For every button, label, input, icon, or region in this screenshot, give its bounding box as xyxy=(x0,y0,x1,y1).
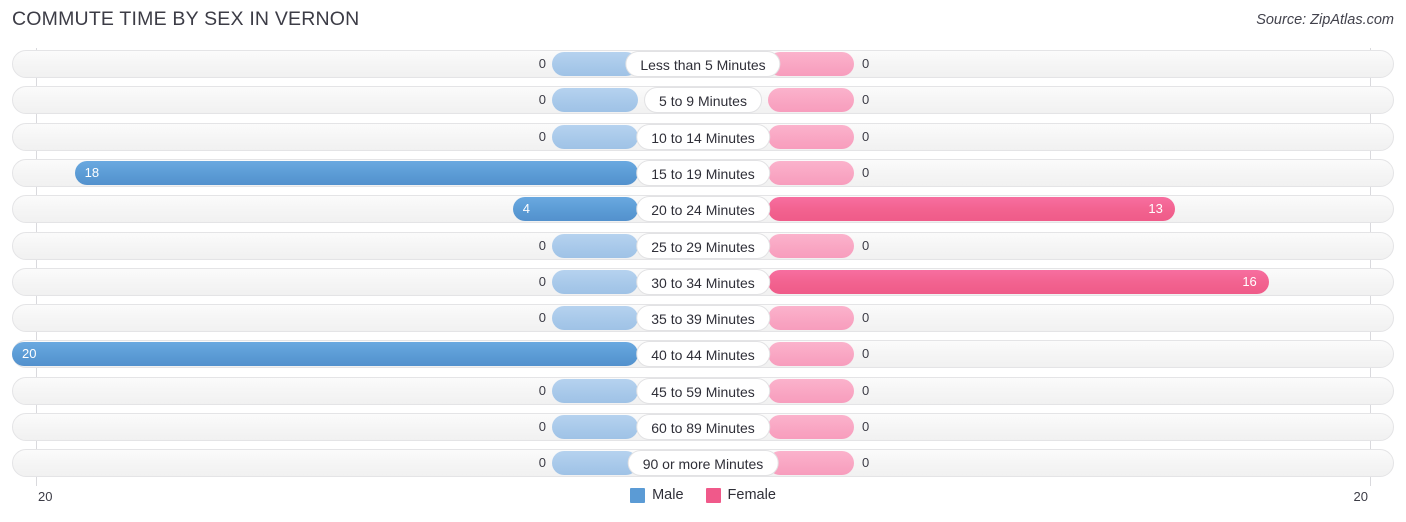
page-title: COMMUTE TIME BY SEX IN VERNON xyxy=(12,8,360,30)
bar-female[interactable] xyxy=(768,306,854,331)
chart-row: 0 0 90 or more Minutes xyxy=(12,449,1394,478)
bar-value-female: 0 xyxy=(862,237,870,253)
category-label: 10 to 14 Minutes xyxy=(636,123,770,150)
legend-swatch-male-icon xyxy=(630,487,646,503)
bar-male[interactable] xyxy=(552,124,638,149)
bar-female[interactable]: 13 xyxy=(768,197,1175,222)
bar-value-male: 20 xyxy=(22,346,37,362)
bar-value-male: 0 xyxy=(538,92,546,108)
bar-value-male: 0 xyxy=(538,382,546,398)
chart-row: 0 16 30 to 34 Minutes xyxy=(12,267,1394,296)
bar-male[interactable]: 18 xyxy=(74,160,638,185)
bar-female[interactable] xyxy=(768,415,854,439)
category-label: Less than 5 Minutes xyxy=(625,51,781,77)
commute-time-chart: COMMUTE TIME BY SEX IN VERNON Source: Zi… xyxy=(0,0,1406,522)
category-label: 40 to 44 Minutes xyxy=(636,341,770,368)
bar-value-male: 0 xyxy=(538,310,546,326)
legend-label-male: Male xyxy=(652,487,684,503)
category-label: 5 to 9 Minutes xyxy=(644,87,762,114)
bar-female[interactable] xyxy=(768,233,854,258)
bar-value-male: 0 xyxy=(538,56,546,71)
bar-female[interactable] xyxy=(768,124,854,149)
category-label: 35 to 39 Minutes xyxy=(636,305,770,332)
chart-row: 0 0 Less than 5 Minutes xyxy=(12,50,1394,78)
chart-row: 0 0 35 to 39 Minutes xyxy=(12,304,1394,333)
source-attribution: Source: ZipAtlas.com xyxy=(1256,12,1394,28)
bar-value-female: 0 xyxy=(862,346,870,362)
chart-legend: Male Female xyxy=(0,487,1406,503)
chart-row: 0 0 60 to 89 Minutes xyxy=(12,413,1394,441)
bar-value-female: 0 xyxy=(862,56,870,71)
bar-male[interactable]: 20 xyxy=(12,342,638,367)
bar-value-female: 0 xyxy=(862,310,870,326)
category-label: 15 to 19 Minutes xyxy=(636,159,770,186)
bar-value-female: 0 xyxy=(862,419,870,434)
bar-value-male: 0 xyxy=(538,237,546,253)
bar-female[interactable] xyxy=(768,88,854,113)
bar-male[interactable] xyxy=(552,269,638,294)
bar-value-female: 16 xyxy=(1242,273,1257,289)
bar-value-male: 0 xyxy=(538,455,546,471)
bar-female[interactable] xyxy=(768,378,854,403)
chart-row: 0 0 25 to 29 Minutes xyxy=(12,231,1394,260)
bar-value-female: 0 xyxy=(862,92,870,108)
bar-female[interactable] xyxy=(768,451,854,476)
category-label: 30 to 34 Minutes xyxy=(636,268,770,295)
chart-row: 0 0 5 to 9 Minutes xyxy=(12,86,1394,115)
bar-female[interactable]: 16 xyxy=(768,269,1269,294)
plot-area: 0 0 Less than 5 Minutes 0 0 5 to 9 Minutes 0 0 1… xyxy=(0,48,1406,486)
legend-label-female: Female xyxy=(727,487,776,503)
bar-value-female: 0 xyxy=(862,128,870,144)
bar-male[interactable] xyxy=(552,378,638,403)
category-label: 20 to 24 Minutes xyxy=(636,196,770,223)
category-label: 25 to 29 Minutes xyxy=(636,232,770,259)
category-label: 60 to 89 Minutes xyxy=(636,414,770,440)
bar-value-male: 18 xyxy=(84,164,100,180)
legend-swatch-female-icon xyxy=(705,487,721,503)
bar-male[interactable] xyxy=(552,306,638,331)
bar-female[interactable] xyxy=(768,160,854,185)
bar-value-female: 0 xyxy=(862,382,870,398)
chart-row: 4 13 20 to 24 Minutes xyxy=(12,195,1394,224)
chart-row: 18 0 15 to 19 Minutes xyxy=(12,158,1394,187)
chart-row: 0 0 45 to 59 Minutes xyxy=(12,376,1394,405)
bar-value-male: 0 xyxy=(538,128,546,144)
legend-item-male[interactable]: Male xyxy=(630,487,684,503)
bar-value-male: 4 xyxy=(522,201,531,217)
category-label: 45 to 59 Minutes xyxy=(636,377,770,404)
bar-male[interactable] xyxy=(552,233,638,258)
bar-female[interactable] xyxy=(768,342,854,367)
chart-row: 0 0 10 to 14 Minutes xyxy=(12,122,1394,151)
bar-value-female: 13 xyxy=(1148,201,1163,217)
category-label: 90 or more Minutes xyxy=(627,450,779,477)
bar-value-female: 0 xyxy=(862,455,870,471)
bar-value-male: 0 xyxy=(538,273,546,289)
chart-row: 20 0 40 to 44 Minutes xyxy=(12,340,1394,369)
bar-male[interactable] xyxy=(552,88,638,113)
legend-item-female[interactable]: Female xyxy=(705,487,776,503)
bar-value-male: 0 xyxy=(538,419,546,434)
bar-value-female: 0 xyxy=(862,164,870,180)
bar-female[interactable] xyxy=(768,52,854,76)
bar-male[interactable] xyxy=(552,415,638,439)
bar-male[interactable] xyxy=(552,451,638,476)
bar-male[interactable]: 4 xyxy=(512,197,638,222)
